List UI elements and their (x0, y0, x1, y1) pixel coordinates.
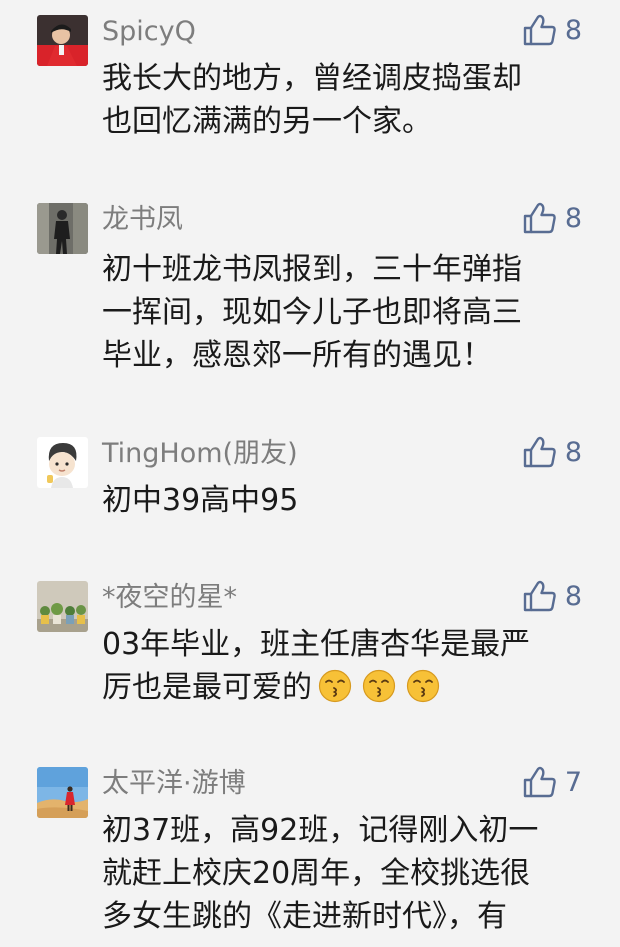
kissing-face-emoji (318, 669, 352, 715)
like-button[interactable]: 8 (523, 579, 582, 613)
comment-line: 一挥间，现如今儿子也即将高三 (102, 295, 522, 330)
comment-line: 厉也是最可爱的 (102, 670, 312, 705)
like-button[interactable]: 8 (523, 435, 582, 469)
commenter-name[interactable]: 龙书凤 (102, 203, 183, 237)
comment-line: 就赶上校庆20周年，全校挑选很 (102, 856, 531, 891)
person-dark-photo-avatar[interactable] (37, 203, 88, 254)
like-button[interactable]: 7 (523, 765, 582, 799)
like-count: 8 (564, 14, 582, 46)
comment-text: 初十班龙书凤报到，三十年弹指 一挥间，现如今儿子也即将高三 毕业，感恩郊一所有的… (102, 248, 592, 377)
thumbs-up-icon (523, 580, 557, 612)
thumbs-up-icon (523, 14, 557, 46)
thumbs-up-icon (523, 766, 557, 798)
comment-list: SpicyQ 8 我长大的地方，曾经调皮捣蛋却 也回忆满满的另一个家。 龙书凤 … (0, 0, 620, 947)
comment-line-with-emoji: 厉也是最可爱的 (102, 666, 592, 715)
kissing-face-emoji (406, 669, 440, 715)
cartoon-boy-avatar[interactable] (37, 437, 88, 488)
comment-text: 我长大的地方，曾经调皮捣蛋却 也回忆满满的另一个家。 (102, 57, 592, 143)
like-count: 8 (564, 580, 582, 612)
comment-text: 初37班，高92班，记得刚入初一 就赶上校庆20周年，全校挑选很 多女生跳的《走… (102, 809, 592, 938)
thumbs-up-icon (523, 436, 557, 468)
commenter-name[interactable]: 太平洋·游博 (102, 767, 246, 801)
comment-line: 多女生跳的《走进新时代》，有 (102, 899, 507, 934)
like-count: 8 (564, 202, 582, 234)
potted-plants-avatar[interactable] (37, 581, 88, 632)
commenter-name[interactable]: SpicyQ (102, 15, 196, 49)
commenter-name[interactable]: TingHom(朋友) (102, 437, 298, 471)
comment-line: 初中39高中95 (102, 483, 299, 518)
like-button[interactable]: 8 (523, 201, 582, 235)
desert-person-avatar[interactable] (37, 767, 88, 818)
comment-line: 我长大的地方，曾经调皮捣蛋却 (102, 61, 522, 96)
like-button[interactable]: 8 (523, 13, 582, 47)
comment-line: 毕业，感恩郊一所有的遇见！ (102, 338, 492, 373)
person-red-jacket-avatar[interactable] (37, 15, 88, 66)
comment-line: 初十班龙书凤报到，三十年弹指 (102, 252, 522, 287)
comment-line: 初37班，高92班，记得刚入初一 (102, 813, 539, 848)
comment-text: 初中39高中95 (102, 479, 592, 522)
like-count: 7 (564, 766, 582, 798)
emoji-row (318, 669, 440, 715)
thumbs-up-icon (523, 202, 557, 234)
comment-text: 03年毕业，班主任唐杏华是最严 厉也是最可爱的 (102, 623, 592, 715)
like-count: 8 (564, 436, 582, 468)
kissing-face-emoji (362, 669, 396, 715)
comment-line: 03年毕业，班主任唐杏华是最严 (102, 627, 531, 662)
commenter-name[interactable]: *夜空的星* (102, 581, 237, 615)
comment-line: 也回忆满满的另一个家。 (102, 104, 432, 139)
